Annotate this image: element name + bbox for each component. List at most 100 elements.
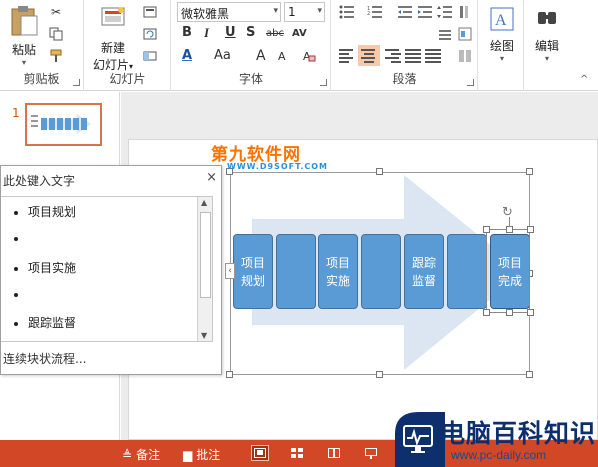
editing-label: 编辑 bbox=[534, 39, 559, 53]
increase-indent-icon[interactable] bbox=[416, 3, 434, 21]
font-color-button[interactable]: A bbox=[182, 48, 192, 63]
text-pane-toggle-button[interactable]: ‹ bbox=[225, 263, 235, 279]
new-slide-label: 新建 bbox=[100, 41, 125, 55]
svg-text:A: A bbox=[495, 12, 507, 29]
drawing-button[interactable]: A 绘图 ▾ bbox=[485, 6, 519, 63]
layout-icon[interactable] bbox=[141, 3, 159, 21]
grow-font-button[interactable]: A bbox=[256, 48, 266, 64]
paste-label: 粘贴 bbox=[11, 43, 36, 57]
resize-handle[interactable] bbox=[483, 226, 490, 233]
italic-button[interactable]: I bbox=[204, 25, 209, 41]
slide-number: 1 bbox=[12, 106, 20, 120]
numbering-icon[interactable]: 12 bbox=[366, 3, 384, 21]
justify-icon[interactable] bbox=[405, 49, 421, 63]
comment-icon: ▆ bbox=[183, 447, 193, 462]
notes-button[interactable]: ≜ 备注 bbox=[122, 446, 160, 463]
align-center-button[interactable] bbox=[358, 45, 380, 66]
process-block[interactable]: 项目 规划 bbox=[233, 234, 273, 309]
close-icon[interactable]: × bbox=[206, 170, 217, 185]
ribbon: 粘贴 ▾ ✂ 剪贴板 新建 幻灯片▾ 幻灯片 微软雅黑 ▾ 1 ▾ B I U … bbox=[0, 0, 598, 91]
font-group: 微软雅黑 ▾ 1 ▾ B I U S abc AV A Aa A A A 字体 bbox=[172, 0, 331, 91]
process-block[interactable] bbox=[447, 234, 487, 309]
collapse-ribbon-icon[interactable]: ^ bbox=[580, 74, 588, 85]
reading-view-button[interactable] bbox=[325, 445, 343, 461]
columns-icon[interactable] bbox=[456, 47, 474, 65]
comments-button[interactable]: ▆ 批注 bbox=[183, 446, 220, 463]
slideshow-icon bbox=[365, 447, 377, 459]
scroll-thumb[interactable] bbox=[200, 212, 211, 298]
chevron-down-icon: ▾ bbox=[317, 6, 322, 16]
slide-thumbnail[interactable] bbox=[25, 103, 102, 146]
rotate-handle-icon[interactable]: ↻ bbox=[502, 205, 513, 220]
slideshow-view-button[interactable] bbox=[362, 445, 380, 461]
scroll-up-icon[interactable]: ▲ bbox=[201, 198, 207, 207]
line-spacing-icon[interactable] bbox=[436, 3, 454, 21]
clipboard-launcher-icon[interactable] bbox=[73, 79, 80, 86]
text-pane-item[interactable]: 项目规划 bbox=[14, 203, 76, 220]
resize-handle[interactable] bbox=[506, 226, 513, 233]
clipboard-group: 粘贴 ▾ ✂ 剪贴板 bbox=[0, 0, 84, 91]
process-block[interactable]: 项目 实施 bbox=[318, 234, 358, 309]
character-spacing-button[interactable]: AV bbox=[292, 28, 307, 39]
resize-handle[interactable] bbox=[526, 168, 533, 175]
text-pane-scrollbar[interactable]: ▲ ▼ bbox=[197, 197, 212, 341]
resize-handle[interactable] bbox=[483, 309, 490, 316]
bullet-icon bbox=[14, 210, 18, 215]
watermark-title: 电脑百科知识 bbox=[440, 419, 597, 448]
copy-icon[interactable] bbox=[47, 25, 65, 43]
format-painter-icon[interactable] bbox=[47, 47, 65, 65]
resize-handle[interactable] bbox=[527, 226, 534, 233]
resize-handle[interactable] bbox=[526, 371, 533, 378]
cut-icon[interactable]: ✂ bbox=[47, 3, 65, 21]
process-block[interactable]: 跟踪 监督 bbox=[404, 234, 444, 309]
svg-text:2: 2 bbox=[367, 11, 370, 17]
monitor-logo-icon bbox=[395, 412, 445, 467]
resize-handle[interactable] bbox=[226, 371, 233, 378]
font-name-combo[interactable]: 微软雅黑 ▾ bbox=[177, 2, 281, 22]
new-slide-button[interactable]: 新建 幻灯片▾ bbox=[89, 4, 137, 73]
reset-icon[interactable] bbox=[141, 25, 159, 43]
normal-view-button[interactable] bbox=[251, 445, 269, 461]
clear-format-icon[interactable]: A bbox=[300, 47, 318, 65]
process-block[interactable] bbox=[276, 234, 316, 309]
font-launcher-icon[interactable] bbox=[320, 79, 327, 86]
shadow-button[interactable]: S bbox=[246, 25, 255, 40]
font-size-combo[interactable]: 1 ▾ bbox=[284, 2, 325, 22]
slide-sorter-view-button[interactable] bbox=[288, 445, 306, 461]
align-center-icon bbox=[361, 49, 377, 63]
shrink-font-button[interactable]: A bbox=[278, 50, 286, 63]
bold-button[interactable]: B bbox=[182, 25, 192, 40]
bullets-icon[interactable] bbox=[338, 3, 356, 21]
process-block[interactable] bbox=[361, 234, 401, 309]
distributed-icon[interactable] bbox=[425, 49, 441, 63]
text-pane-item[interactable] bbox=[14, 287, 28, 301]
text-pane-item[interactable]: 跟踪监督 bbox=[14, 314, 76, 331]
layout-name-link[interactable]: 连续块状流程... bbox=[3, 350, 86, 367]
section-icon[interactable] bbox=[141, 47, 159, 65]
normal-view-icon bbox=[254, 448, 266, 458]
text-pane-item[interactable]: 项目实施 bbox=[14, 259, 76, 276]
align-right-icon[interactable] bbox=[385, 49, 401, 63]
editing-group: 编辑 ▾ bbox=[525, 0, 569, 91]
resize-handle[interactable] bbox=[506, 309, 513, 316]
change-case-button[interactable]: Aa bbox=[214, 48, 231, 63]
smartart-convert-icon[interactable] bbox=[456, 25, 474, 43]
resize-handle[interactable] bbox=[527, 309, 534, 316]
editing-button[interactable]: 编辑 ▾ bbox=[529, 6, 565, 63]
paragraph-launcher-icon[interactable] bbox=[467, 79, 474, 86]
notes-icon: ≜ bbox=[122, 447, 133, 462]
resize-handle[interactable] bbox=[376, 371, 383, 378]
strikethrough-button[interactable]: abc bbox=[266, 28, 284, 39]
font-size-value: 1 bbox=[288, 5, 296, 19]
decrease-indent-icon[interactable] bbox=[396, 3, 414, 21]
bullet-icon bbox=[14, 321, 18, 326]
scroll-down-icon[interactable]: ▼ bbox=[201, 331, 207, 340]
align-text-icon[interactable] bbox=[436, 25, 454, 43]
text-direction-icon[interactable] bbox=[456, 3, 474, 21]
resize-handle[interactable] bbox=[376, 168, 383, 175]
underline-button[interactable]: U bbox=[225, 25, 236, 40]
text-pane-item[interactable] bbox=[14, 231, 28, 245]
comments-label: 批注 bbox=[196, 448, 221, 462]
align-left-icon[interactable] bbox=[339, 49, 355, 63]
paste-button[interactable]: 粘贴 ▾ bbox=[6, 4, 42, 67]
